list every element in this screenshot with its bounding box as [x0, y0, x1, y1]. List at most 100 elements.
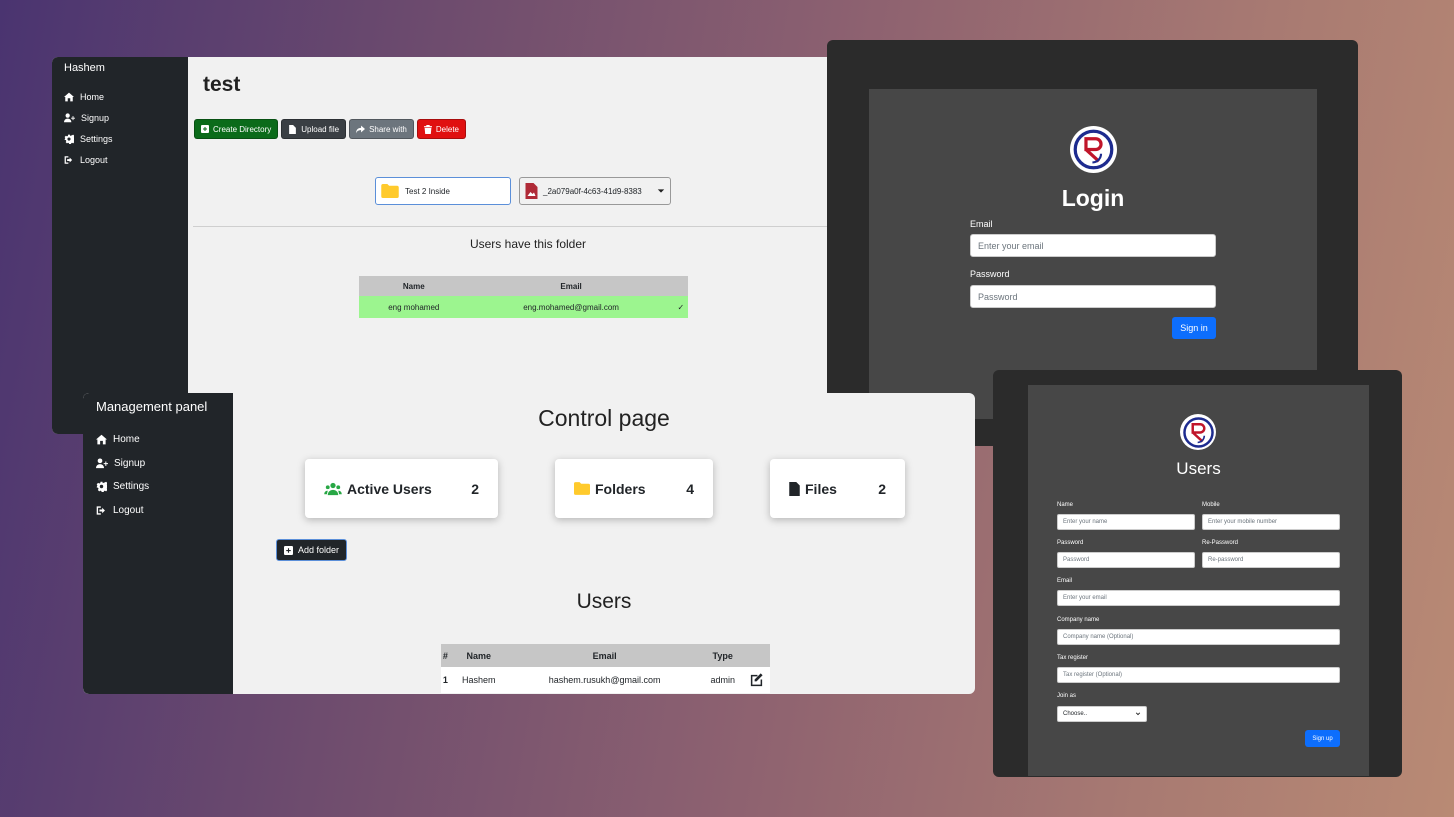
sidebar-item-logout[interactable]: Logout — [96, 499, 220, 523]
stat-label: Files — [805, 480, 837, 497]
sidebar-item-label: Home — [113, 434, 140, 446]
sidebar-item-settings[interactable]: Settings — [64, 128, 176, 149]
file-name: _2a079a0f-4c63-41d9-8383 — [543, 186, 642, 196]
repassword-label: Re-Password — [1202, 540, 1239, 546]
table-row[interactable]: eng mohamed eng.mohamed@gmail.com ✓ — [359, 296, 688, 318]
cell-name: eng mohamed — [359, 296, 469, 318]
signup-window: Users Name Enter your name Mobile Enter … — [993, 370, 1402, 777]
folders-card[interactable]: Folders 4 — [555, 459, 713, 518]
caret-down-icon — [657, 189, 665, 193]
password-input[interactable]: Password — [1057, 552, 1195, 568]
company-input[interactable]: Company name (Optional) — [1057, 629, 1340, 645]
col-header-empty — [743, 644, 770, 667]
company-label: Company name — [1057, 617, 1100, 623]
edit-button[interactable] — [743, 667, 770, 693]
tax-label: Tax register — [1057, 655, 1089, 661]
col-header: Name — [359, 276, 469, 296]
add-folder-label: Add folder — [298, 545, 340, 555]
gear-icon — [64, 134, 74, 144]
name-input[interactable]: Enter your name — [1057, 514, 1195, 530]
sidebar-item-home[interactable]: Home — [96, 428, 220, 452]
cell-email: eng.mohamed@gmail.com — [468, 296, 674, 318]
folder-icon — [574, 482, 590, 495]
sidebar-item-label: Settings — [113, 481, 150, 493]
delete-button[interactable]: Delete — [416, 119, 466, 139]
add-folder-button[interactable]: Add folder — [276, 539, 348, 561]
toolbar: Create Directory Upload file Share with … — [194, 119, 466, 139]
directory-name: Test 2 Inside — [405, 186, 450, 196]
home-icon — [64, 92, 74, 101]
table-header-row: # Name Email Type — [441, 644, 770, 667]
logo-icon — [1070, 126, 1117, 173]
folder-window: Hashem Home Signup Settings Logout test … — [52, 57, 828, 434]
mobile-label: Mobile — [1202, 502, 1220, 508]
files-card[interactable]: Files 2 — [770, 459, 905, 518]
plus-square-icon — [201, 125, 209, 133]
file-upload-icon — [289, 124, 297, 134]
sidebar-item-logout[interactable]: Logout — [64, 149, 176, 170]
col-header: # — [441, 644, 450, 667]
cell-num: 1 — [441, 667, 450, 693]
email-label: Email — [970, 219, 993, 229]
col-header: Email — [507, 644, 702, 667]
password-input[interactable]: Password — [970, 285, 1216, 308]
cell-type: admin — [701, 667, 744, 693]
users-icon — [324, 482, 342, 495]
users-table: # Name Email Type 1 Hashem hashem.rusukh… — [441, 644, 770, 693]
sidebar-item-settings[interactable]: Settings — [96, 475, 220, 499]
check-icon: ✓ — [673, 296, 688, 318]
delete-label: Delete — [435, 124, 459, 134]
control-window: Management panel Home Signup Settings Lo… — [83, 393, 975, 694]
cell-name: Hashem — [449, 667, 508, 693]
name-label: Name — [1057, 502, 1074, 508]
folder-icon — [381, 184, 399, 198]
table-row: 1 Hashem hashem.rusukh@gmail.com admin — [441, 667, 770, 693]
share-icon — [356, 125, 366, 133]
sidebar-item-signup[interactable]: Signup — [64, 107, 176, 128]
signup-card: Users Name Enter your name Mobile Enter … — [1028, 385, 1369, 776]
repassword-input[interactable]: Re-password — [1202, 552, 1340, 568]
col-header: Type — [701, 644, 744, 667]
sidebar-title: Management panel — [96, 399, 208, 414]
active-users-card[interactable]: Active Users 2 — [305, 459, 498, 518]
sidebar-item-signup[interactable]: Signup — [96, 452, 220, 476]
users-heading: Users have this folder — [469, 237, 587, 251]
upload-file-button[interactable]: Upload file — [281, 119, 347, 139]
create-directory-label: Create Directory — [213, 124, 272, 134]
sidebar-item-label: Home — [80, 91, 105, 102]
col-header: Name — [449, 644, 508, 667]
create-directory-button[interactable]: Create Directory — [194, 119, 279, 139]
email-input[interactable]: Enter your email — [1057, 590, 1340, 606]
gear-icon — [96, 481, 107, 493]
edit-icon — [751, 672, 764, 686]
join-as-value: Choose.. — [1063, 711, 1088, 717]
stat-label: Folders — [595, 480, 646, 497]
sidebar-item-label: Signup — [114, 457, 146, 469]
tax-input[interactable]: Tax register (Optional) — [1057, 667, 1340, 683]
col-header: Email — [468, 276, 674, 296]
mobile-input[interactable]: Enter your mobile number — [1202, 514, 1340, 530]
user-plus-icon — [64, 112, 75, 122]
password-label: Password — [1057, 540, 1084, 546]
trash-icon — [423, 124, 432, 134]
sidebar-item-label: Signup — [81, 112, 110, 123]
share-with-button[interactable]: Share with — [349, 119, 414, 139]
stat-label: Active Users — [347, 480, 432, 497]
join-label: Join as — [1057, 693, 1077, 699]
sidebar-item-home[interactable]: Home — [64, 86, 176, 107]
join-as-select[interactable]: Choose.. — [1057, 706, 1147, 722]
share-with-label: Share with — [369, 124, 407, 134]
file-item[interactable]: _2a079a0f-4c63-41d9-8383 — [519, 177, 671, 205]
stat-value: 4 — [686, 480, 694, 497]
table-header-row: Name Email — [359, 276, 688, 296]
page-title: test — [203, 73, 241, 96]
email-input[interactable]: Enter your email — [970, 234, 1216, 257]
sign-up-button[interactable]: Sign up — [1305, 730, 1340, 747]
sidebar: Hashem Home Signup Settings Logout — [52, 57, 188, 434]
sign-in-button[interactable]: Sign in — [1172, 317, 1216, 339]
login-title: Login — [1061, 185, 1125, 211]
plus-square-icon — [284, 545, 293, 555]
sidebar-item-label: Logout — [113, 504, 144, 516]
directory-item[interactable]: Test 2 Inside — [375, 177, 511, 205]
file-icon — [789, 481, 800, 496]
